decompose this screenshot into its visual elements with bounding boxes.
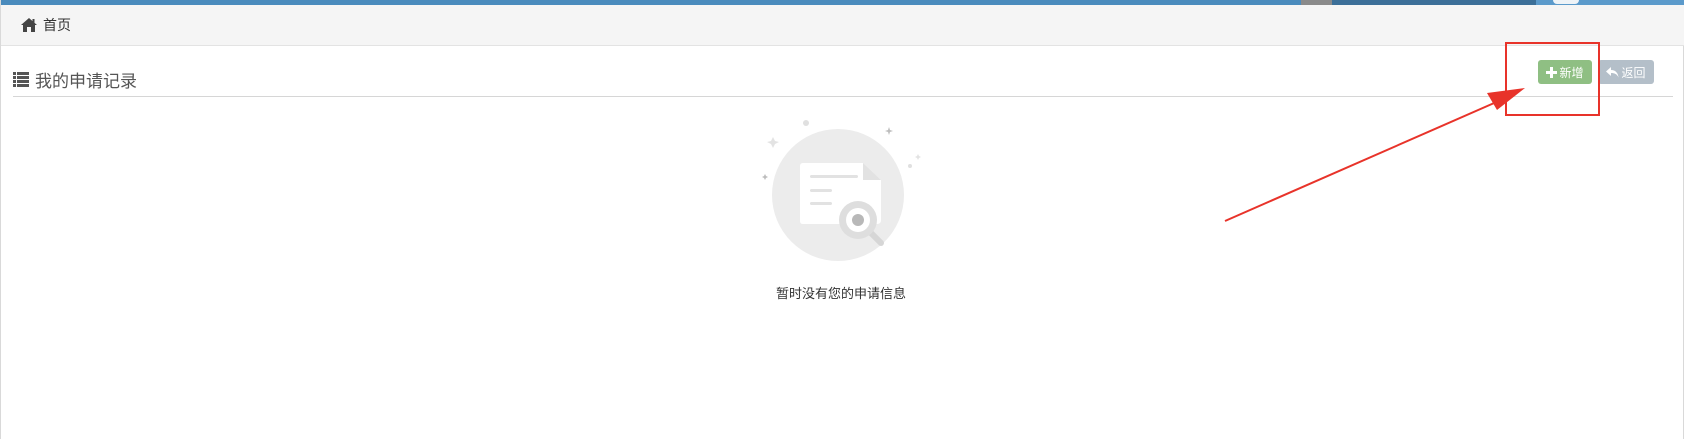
empty-state-illustration: [762, 120, 921, 261]
section-header: 我的申请记录 新增 返回: [13, 60, 1673, 97]
back-button-label: 返回: [1621, 65, 1646, 80]
avatar[interactable]: [1553, 0, 1579, 4]
breadcrumb-home-link[interactable]: 首页: [43, 15, 71, 35]
section-title: 我的申请记录: [13, 67, 137, 92]
document-search-icon: [762, 120, 921, 261]
highlight-box: [1505, 42, 1600, 116]
breadcrumb: 首页: [1, 5, 1684, 46]
reply-icon: [1606, 66, 1619, 77]
list-icon: [13, 72, 29, 87]
back-button[interactable]: 返回: [1598, 60, 1654, 84]
empty-state-message: 暂时没有您的申请信息: [775, 287, 906, 302]
page: 首页 我的申请记录 新增 返回 暂时没有您的申请信息: [0, 0, 1684, 439]
home-icon[interactable]: [20, 17, 38, 33]
page-title: 我的申请记录: [35, 72, 137, 92]
